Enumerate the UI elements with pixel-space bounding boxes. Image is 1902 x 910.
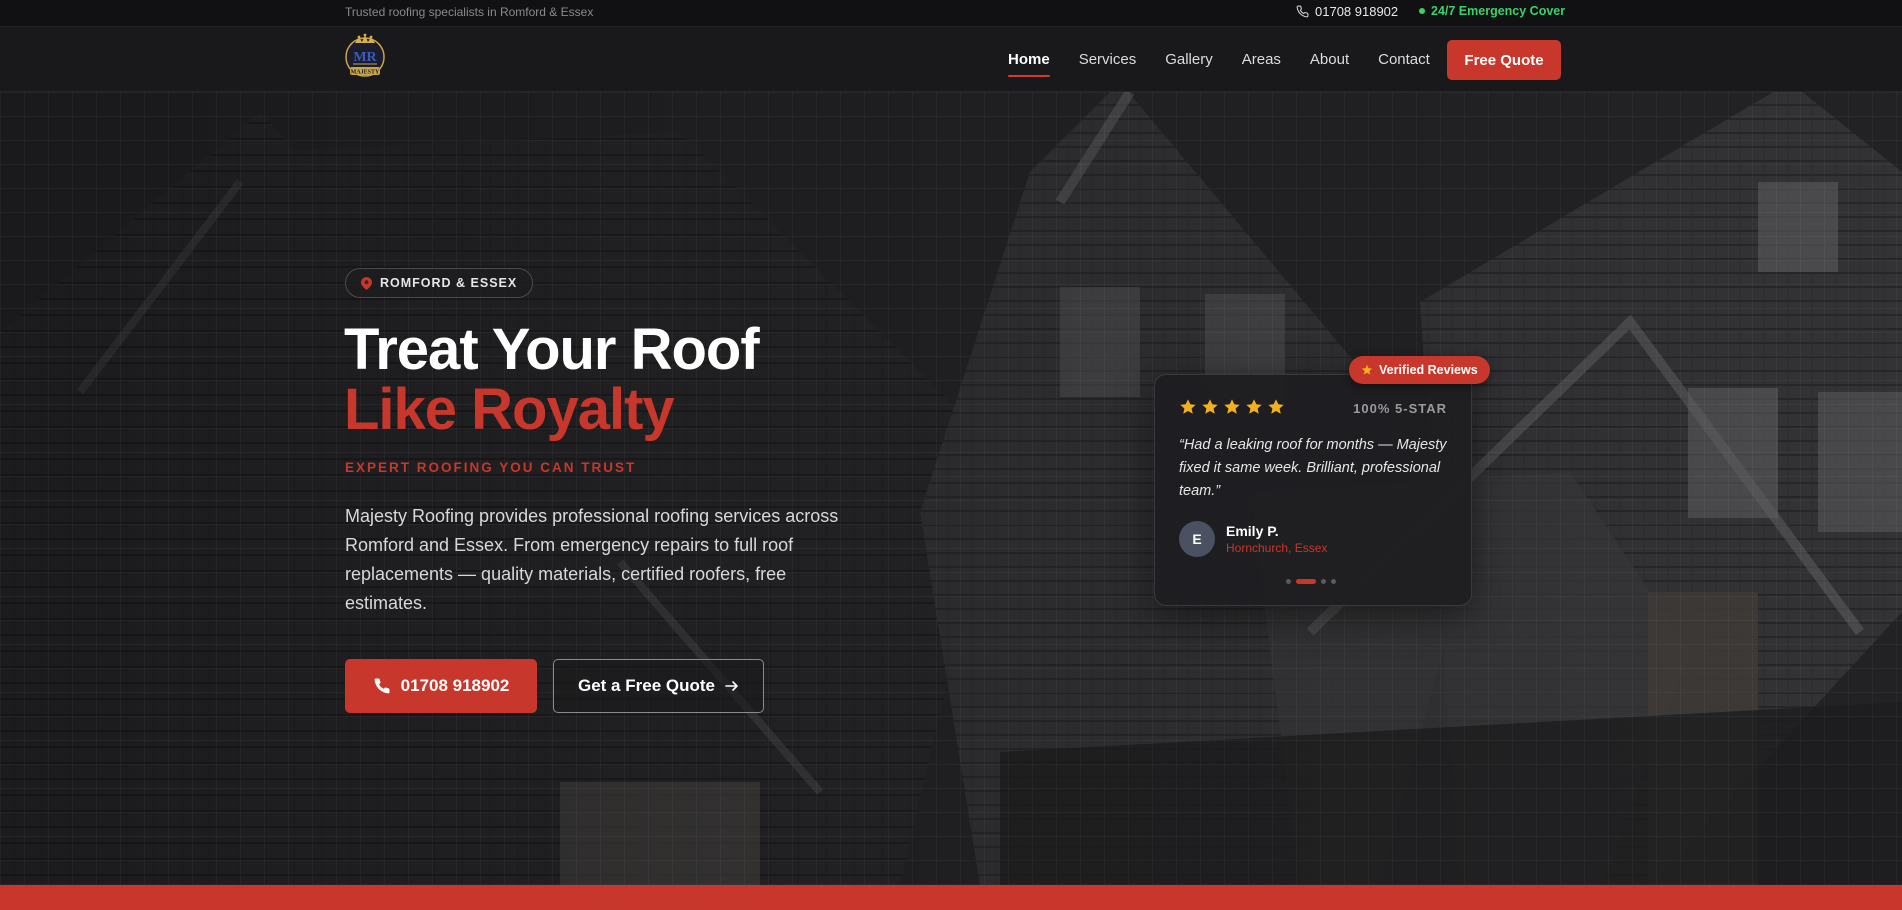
rating-label: 100% 5-STAR	[1353, 401, 1447, 416]
hero-description: Majesty Roofing provides professional ro…	[345, 506, 839, 613]
star-icon	[1202, 399, 1218, 414]
star-icon	[1361, 364, 1373, 375]
svg-text:MAJESTY: MAJESTY	[351, 70, 380, 76]
main-navigation: MR MAJESTY Home Services Gallery Areas A…	[0, 27, 1902, 92]
avatar: E	[1179, 521, 1215, 557]
hero-section: ROMFORD & ESSEX Treat Your Roof Like Roy…	[0, 92, 1902, 885]
star-icon	[1224, 399, 1240, 414]
nav-link-areas[interactable]: Areas	[1242, 51, 1281, 68]
nav-link-services[interactable]: Services	[1079, 51, 1137, 68]
hero-title-line1: Treat Your Roof	[344, 317, 760, 382]
nav-link-about[interactable]: About	[1310, 51, 1349, 68]
arrow-right-icon	[725, 681, 738, 691]
emergency-label: 24/7 Emergency Cover	[1431, 4, 1566, 18]
star-rating	[1179, 398, 1285, 416]
carousel-dots	[1286, 579, 1336, 584]
emergency-status: 24/7 Emergency Cover	[1419, 4, 1565, 18]
star-icon	[1180, 399, 1196, 414]
reviewer-name: Emily P.	[1226, 523, 1279, 539]
nav-link-gallery[interactable]: Gallery	[1165, 51, 1213, 68]
verified-reviews-label: Verified Reviews	[1379, 363, 1478, 377]
hero-grid-overlay	[0, 92, 1902, 885]
carousel-dot-active[interactable]	[1296, 579, 1316, 584]
location-badge-label: ROMFORD & ESSEX	[380, 276, 518, 290]
svg-text:MR: MR	[353, 50, 377, 65]
phone-icon	[374, 678, 390, 694]
top-bar-phone-number: 01708 918902	[1315, 4, 1399, 19]
review-card: 100% 5-STAR “Had a leaking roof for mont…	[1154, 374, 1472, 606]
review-quote: “Had a leaking roof for months — Majesty…	[1179, 437, 1447, 499]
status-dot-icon	[1419, 8, 1425, 14]
nav-link-home[interactable]: Home	[1008, 51, 1050, 77]
verified-reviews-badge: Verified Reviews	[1349, 356, 1490, 384]
top-bar-tagline: Trusted roofing specialists in Romford &…	[345, 5, 594, 19]
crown-logo-icon[interactable]: MR MAJESTY	[343, 33, 387, 83]
nav-links: Home Services Gallery Areas About Contac…	[1008, 27, 1459, 92]
carousel-dot[interactable]	[1286, 579, 1291, 584]
call-button-label: 01708 918902	[400, 676, 510, 695]
top-bar-phone[interactable]: 01708 918902	[1296, 4, 1398, 19]
call-button[interactable]: 01708 918902	[345, 659, 537, 713]
carousel-dot[interactable]	[1331, 579, 1336, 584]
star-icon	[1246, 399, 1262, 414]
bottom-accent-strip	[0, 885, 1902, 910]
nav-link-contact[interactable]: Contact	[1378, 51, 1430, 68]
reviewer-location: Hornchurch, Essex	[1226, 541, 1328, 555]
get-quote-button[interactable]: Get a Free Quote	[553, 659, 764, 713]
top-bar: Trusted roofing specialists in Romford &…	[0, 0, 1902, 27]
map-pin-icon	[361, 277, 372, 290]
free-quote-button[interactable]: Free Quote	[1447, 40, 1561, 80]
get-quote-button-label: Get a Free Quote	[578, 676, 715, 695]
star-icon	[1268, 399, 1284, 414]
location-badge: ROMFORD & ESSEX	[345, 268, 534, 298]
hero-kicker: EXPERT ROOFING YOU CAN TRUST	[345, 460, 637, 475]
carousel-dot[interactable]	[1321, 579, 1326, 584]
phone-icon	[1296, 5, 1309, 18]
hero-title-line2: Like Royalty	[344, 377, 675, 442]
